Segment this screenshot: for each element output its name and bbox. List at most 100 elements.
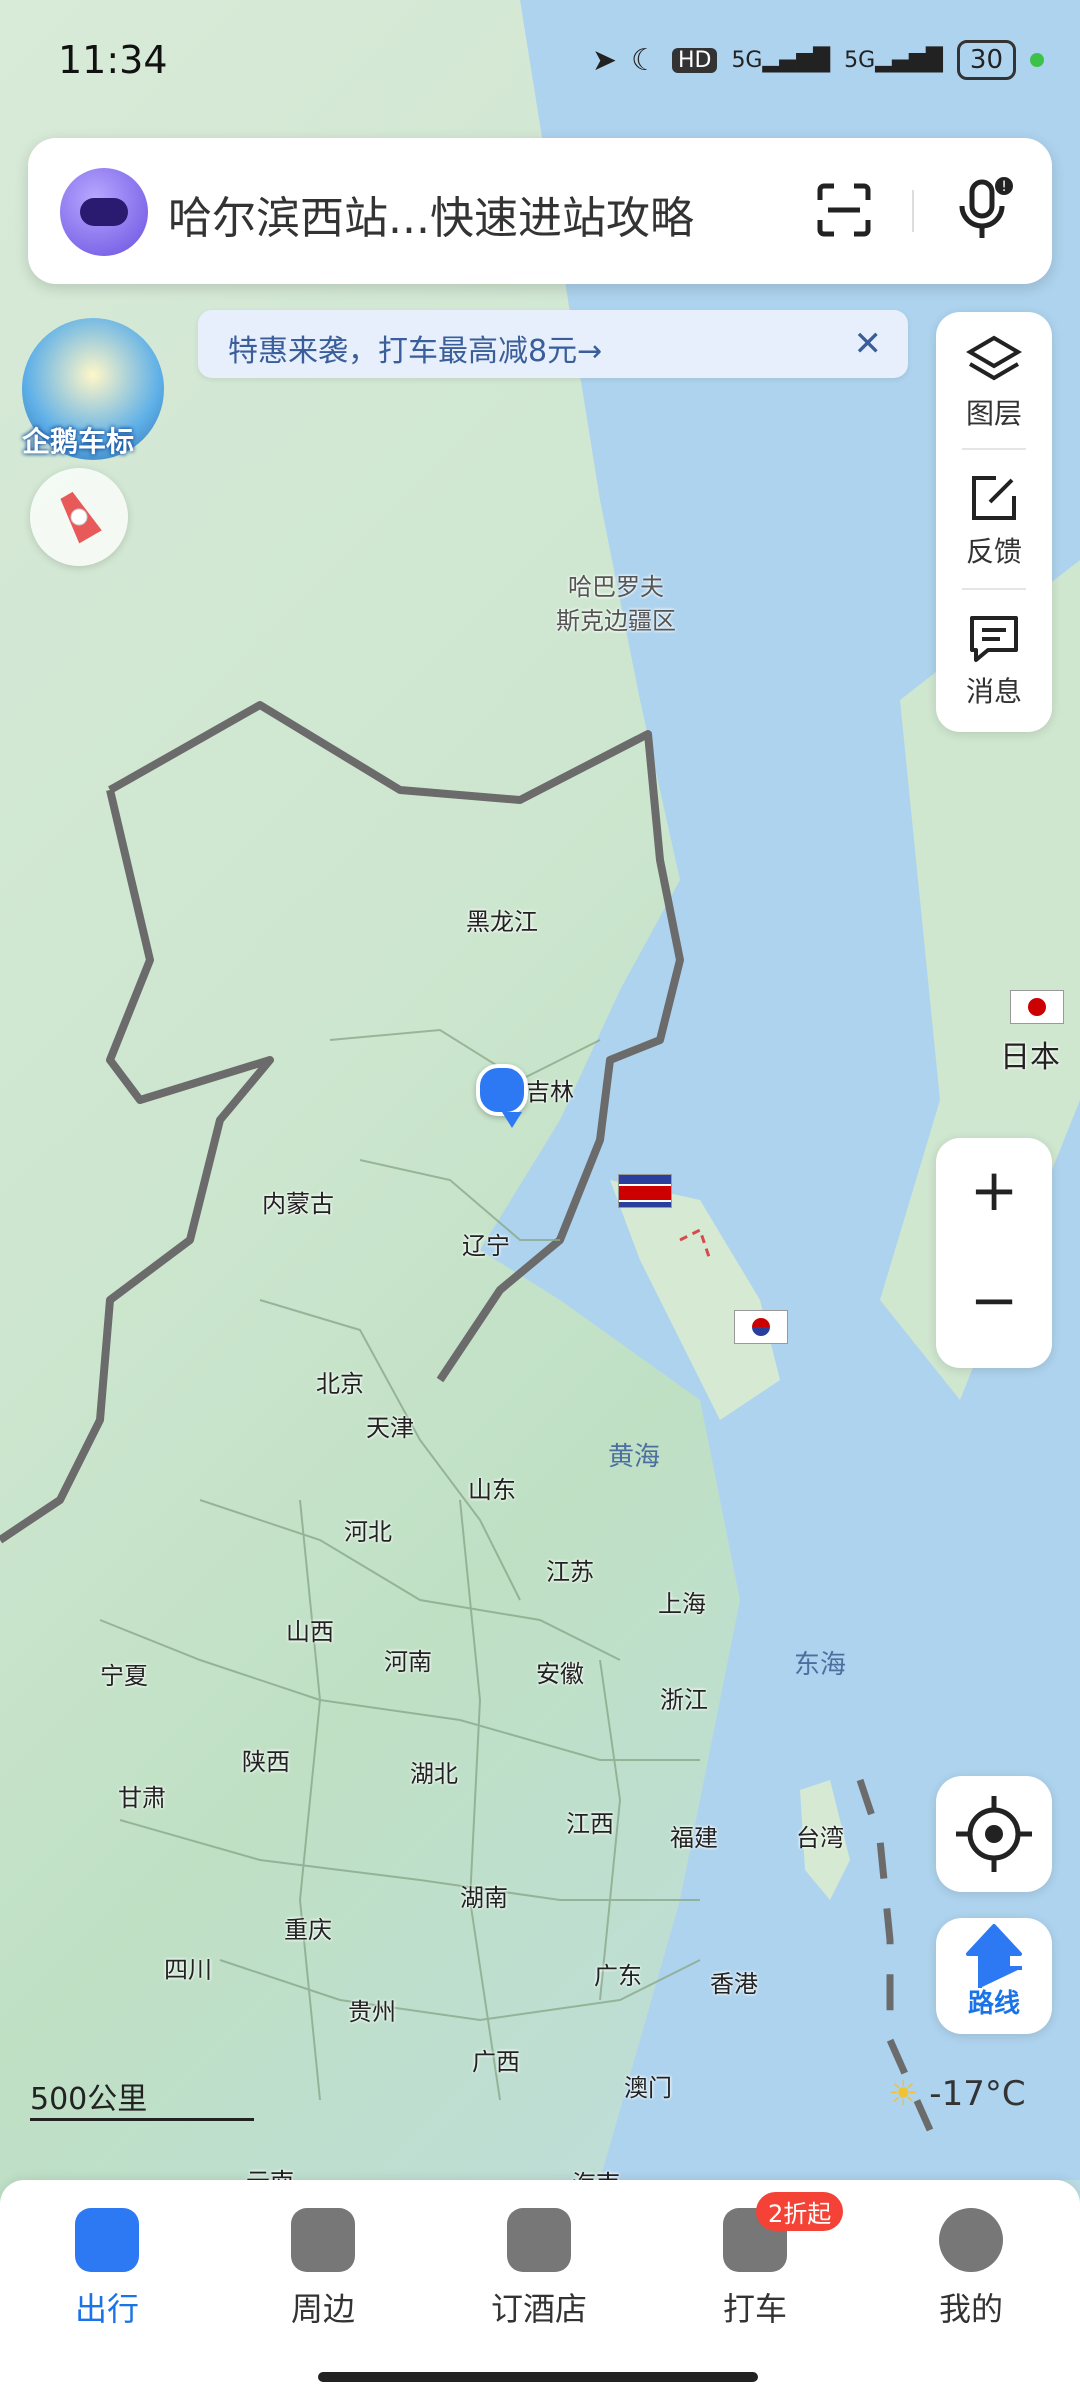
map-label-neimenggu[interactable]: 内蒙古 [262,1184,334,1219]
route-button[interactable]: 路线 [936,1918,1052,2034]
green-dot-icon [1030,53,1044,67]
map-label-chongqing[interactable]: 重庆 [284,1910,332,1945]
map-scale-label: 500公里 [30,2082,148,2117]
map-label-hebei[interactable]: 河北 [344,1512,392,1547]
tab-profile[interactable]: 我的 [906,2208,1036,2330]
nearby-icon [291,2208,355,2272]
map-label-hunan[interactable]: 湖南 [460,1878,508,1913]
sk-flag-circle [752,1318,770,1336]
search-divider [912,190,914,232]
layers-label: 图层 [965,397,1022,430]
signal-label-2: 5G [844,47,876,73]
assistant-avatar-icon[interactable] [60,168,148,256]
zoom-in-button[interactable]: + [936,1156,1052,1224]
compass-button[interactable] [30,468,128,566]
map-label-heilongjiang[interactable]: 黑龙江 [466,902,538,937]
message-label: 消息 [965,675,1022,708]
weather-icon: ☀ [888,2074,919,2114]
map-label-hubei[interactable]: 湖北 [410,1754,458,1789]
battery-icon: 30 [956,40,1016,80]
message-button[interactable]: 消息 [936,612,1052,710]
map-label-henan[interactable]: 河南 [384,1642,432,1677]
layers-icon [966,335,1022,381]
japan-flag-dot [1028,998,1046,1016]
map-label-liaoning[interactable]: 辽宁 [462,1226,510,1261]
map-label-taiwan[interactable]: 台湾 [796,1818,844,1853]
map-label-yellow-sea: 黄海 [608,1442,661,1472]
feedback-label: 反馈 [965,535,1022,568]
map-label-khabarovsk: 哈巴罗夫 斯克边疆区 [556,570,676,638]
taxi-discount-badge: 2折起 [756,2192,844,2231]
weather-indicator[interactable]: ☀ -17°C [888,2074,1026,2114]
map-tools-panel: 图层 反馈 消息 [936,312,1052,732]
map-label-jiangxi[interactable]: 江西 [566,1804,614,1839]
crosshair-icon [956,1796,1032,1872]
route-label: 路线 [967,1989,1020,2019]
map-label-sichuan[interactable]: 四川 [164,1950,212,1985]
south-korea-flag-icon [734,1310,788,1344]
japan-flag-icon [1010,990,1064,1024]
map-label-hongkong[interactable]: 香港 [710,1964,758,1999]
map-label-anhui[interactable]: 安徽 [536,1654,584,1689]
feedback-button[interactable]: 反馈 [936,472,1052,570]
tab-hotel[interactable]: 订酒店 [474,2208,604,2330]
penguin-car-logo-label[interactable]: 企鹅车标 [22,420,134,460]
travel-icon [75,2208,139,2272]
panel-divider-2 [962,588,1026,590]
scan-icon[interactable] [816,182,872,238]
map-label-jilin[interactable]: 吉林 [526,1072,574,1107]
tab-nearby[interactable]: 周边 [258,2208,388,2330]
search-query-text[interactable]: 哈尔滨西站...快速进站攻略 [168,182,694,246]
khabarovsk-line: 哈巴罗夫 斯克边疆区 [556,573,676,635]
compass-icon [60,491,102,544]
status-icons: ➤ ☾ HD 5G▂▄▆█ 5G▂▄▆█ 30 [592,40,1044,80]
north-korea-flag-icon [618,1174,672,1208]
moon-icon: ☾ [631,42,658,78]
promo-close-icon[interactable]: ✕ [854,324,883,364]
location-heading-icon [502,1112,522,1128]
feedback-icon [972,476,1016,520]
hotel-icon [507,2208,571,2272]
map-label-shanghai[interactable]: 上海 [658,1584,706,1619]
profile-icon [939,2208,1003,2272]
map-label-tianjin[interactable]: 天津 [366,1408,414,1443]
map-label-beijing[interactable]: 北京 [316,1364,364,1399]
current-location-marker[interactable] [476,1064,528,1116]
promo-text[interactable]: 特惠来袭，打车最高减8元→ [228,326,602,370]
tab-travel-label: 出行 [74,2290,139,2328]
map-label-shandong[interactable]: 山东 [468,1470,516,1505]
mic-icon[interactable]: ! [954,176,1014,242]
map-label-shaanxi[interactable]: 陕西 [242,1742,290,1777]
tab-hotel-label: 订酒店 [490,2290,587,2328]
search-bar[interactable]: 哈尔滨西站...快速进站攻略 ! [28,138,1052,284]
map-label-east-sea: 东海 [794,1650,847,1680]
tab-travel[interactable]: 出行 [42,2208,172,2330]
location-arrow-icon: ➤ [591,42,618,78]
map-scale-bar [30,2118,254,2121]
bottom-nav: 出行 周边 订酒店 打车 2折起 我的 [0,2180,1080,2401]
hd-icon: HD [671,47,718,73]
status-bar: 11:34 ➤ ☾ HD 5G▂▄▆█ 5G▂▄▆█ 30 [0,0,1080,130]
nk-flag-stripe [619,1184,671,1202]
map-label-gansu[interactable]: 甘肃 [118,1778,166,1813]
promo-banner[interactable]: 特惠来袭，打车最高减8元→ ✕ [198,310,908,378]
map-label-japan[interactable]: 日本 [1000,1032,1060,1076]
message-icon [970,616,1018,662]
zoom-control: + − [936,1138,1052,1368]
map-label-guangdong[interactable]: 广东 [594,1956,642,1991]
map-label-macau[interactable]: 澳门 [624,2068,672,2103]
map-label-guizhou[interactable]: 贵州 [348,1992,396,2027]
locate-me-button[interactable] [936,1776,1052,1892]
tab-profile-label: 我的 [938,2290,1003,2328]
tab-nearby-label: 周边 [290,2290,355,2328]
map-label-jiangsu[interactable]: 江苏 [546,1552,594,1587]
map-label-zhejiang[interactable]: 浙江 [660,1680,708,1715]
map-label-ningxia[interactable]: 宁夏 [100,1656,148,1691]
panel-divider-1 [962,448,1026,450]
map-label-guangxi[interactable]: 广西 [472,2042,520,2077]
layers-button[interactable]: 图层 [936,334,1052,432]
zoom-out-button[interactable]: − [936,1266,1052,1334]
map-label-fujian[interactable]: 福建 [670,1818,718,1853]
home-indicator[interactable] [318,2372,758,2382]
map-label-shanxi[interactable]: 山西 [286,1612,334,1647]
